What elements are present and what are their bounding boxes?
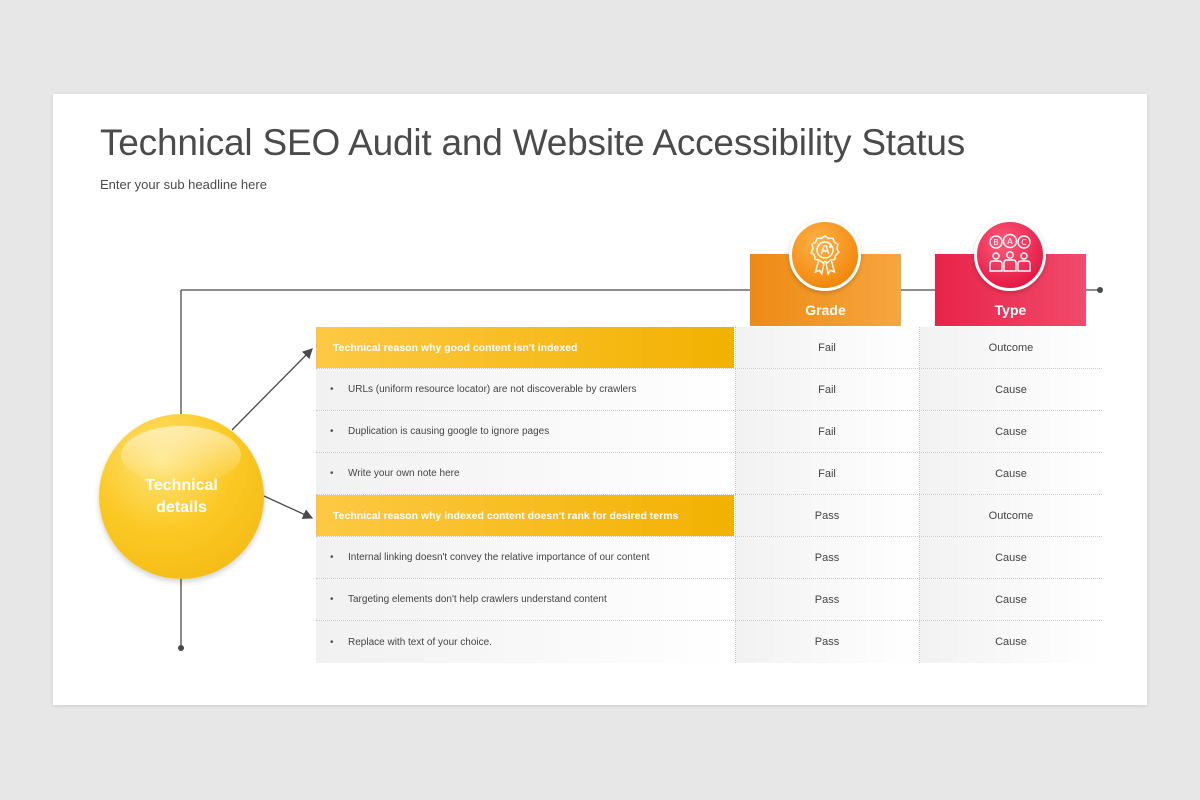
row-detail-text: Targeting elements don't help crawlers u… <box>348 594 607 605</box>
grade-cell: Fail <box>735 369 918 410</box>
type-cell: Outcome <box>919 327 1102 368</box>
bullet: • <box>330 468 334 479</box>
svg-text:B: B <box>993 238 999 247</box>
arrow-to-second-header <box>263 495 314 519</box>
technical-details-circle: Technical details <box>99 414 264 579</box>
bullet: • <box>330 426 334 437</box>
table-row: • URLs (uniform resource locator) are no… <box>316 369 1102 411</box>
type-badge: B A C <box>974 219 1046 291</box>
grade-cell: Pass <box>735 495 918 536</box>
type-cell: Cause <box>919 411 1102 452</box>
row-detail: • Targeting elements don't help crawlers… <box>316 579 734 620</box>
end-dot-right <box>1097 287 1103 293</box>
type-cell: Cause <box>919 453 1102 494</box>
end-dot-bottom <box>178 645 184 651</box>
row-detail-text: Replace with text of your choice. <box>348 636 492 648</box>
table-row: • Targeting elements don't help crawlers… <box>316 579 1102 621</box>
row-detail: • Replace with text of your choice. <box>316 621 734 663</box>
type-cell: Cause <box>919 537 1102 578</box>
grade-cell: Fail <box>735 411 918 452</box>
audit-table: Technical reason why good content isn't … <box>316 327 1102 663</box>
grade-column-label: Grade <box>805 302 846 318</box>
row-detail-text: Internal linking doesn't convey the rela… <box>348 552 650 563</box>
table-row: • Duplication is causing google to ignor… <box>316 411 1102 453</box>
row-detail: • Write your own note here <box>316 453 734 494</box>
svg-text:C: C <box>1021 238 1027 247</box>
table-row: • Replace with text of your choice. Pass… <box>316 621 1102 663</box>
grade-cell: Pass <box>735 537 918 578</box>
row-detail: • Duplication is causing google to ignor… <box>316 411 734 452</box>
type-cell: Cause <box>919 621 1102 663</box>
arrow-to-first-header <box>231 348 313 431</box>
grade-cell: Pass <box>735 621 918 663</box>
bullet: • <box>330 552 334 563</box>
people-abc-icon: B A C <box>989 233 1031 272</box>
circle-label: Technical details <box>145 476 218 516</box>
table-row: Technical reason why indexed content doe… <box>316 495 1102 537</box>
type-cell: Cause <box>919 579 1102 620</box>
grade-cell: Fail <box>735 453 918 494</box>
type-cell: Cause <box>919 369 1102 410</box>
table-row: Technical reason why good content isn't … <box>316 327 1102 369</box>
row-detail: • Internal linking doesn't convey the re… <box>316 537 734 578</box>
bullet: • <box>330 636 334 648</box>
svg-text:A: A <box>1007 237 1013 246</box>
row-header-text: Technical reason why indexed content doe… <box>316 495 734 536</box>
row-detail: • URLs (uniform resource locator) are no… <box>316 369 734 410</box>
bullet: • <box>330 594 334 605</box>
row-header-text: Technical reason why good content isn't … <box>316 327 734 368</box>
row-detail-text: Write your own note here <box>348 468 460 479</box>
award-rosette-icon <box>810 235 840 276</box>
grade-badge <box>789 219 861 291</box>
type-column-label: Type <box>994 302 1027 318</box>
type-cell: Outcome <box>919 495 1102 536</box>
row-detail-text: URLs (uniform resource locator) are not … <box>348 384 637 395</box>
row-detail-text: Duplication is causing google to ignore … <box>348 426 550 437</box>
grade-cell: Fail <box>735 327 918 368</box>
bullet: • <box>330 384 334 395</box>
table-row: • Write your own note here Fail Cause <box>316 453 1102 495</box>
grade-cell: Pass <box>735 579 918 620</box>
table-row: • Internal linking doesn't convey the re… <box>316 537 1102 579</box>
